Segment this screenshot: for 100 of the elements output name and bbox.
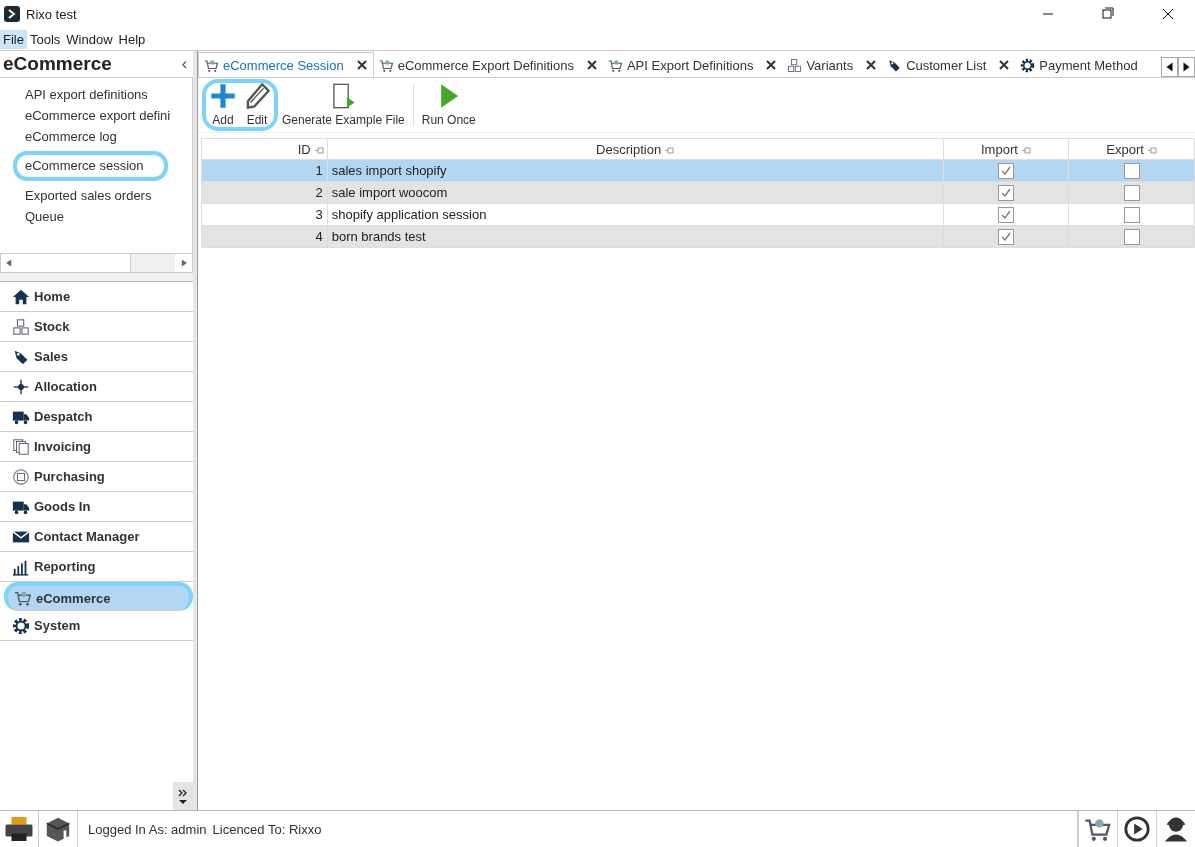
overflow-chevron-icon[interactable] (173, 782, 193, 810)
column-header[interactable]: Import (943, 138, 1069, 160)
nav-label: eCommerce (36, 590, 111, 606)
table-cell: shopify application session (327, 203, 944, 226)
tab-label: eCommerce Session (223, 57, 344, 73)
scroll-left-icon[interactable] (1, 254, 18, 272)
table-cell: born brands test (327, 225, 944, 248)
pin-icon[interactable] (1021, 146, 1031, 154)
boxes-icon (787, 57, 803, 73)
tree-item[interactable]: Exported sales orders (25, 185, 192, 206)
table-cell: 2 (201, 181, 328, 204)
window-title: Rixo test (26, 6, 78, 22)
tab-label: Payment Method (1039, 57, 1138, 73)
scroll-right-icon[interactable] (175, 254, 192, 272)
close-icon[interactable] (765, 59, 778, 71)
app-logo-icon (4, 6, 20, 22)
pin-icon[interactable] (665, 146, 675, 154)
edit-button[interactable]: Edit (240, 83, 274, 127)
horizontal-scrollbar[interactable] (0, 253, 193, 273)
table-cell: sales import shopify (327, 159, 944, 182)
xml-button[interactable]: Generate Example File (278, 78, 409, 132)
nav-item[interactable]: eCommerce (4, 582, 193, 611)
column-header[interactable]: Description (327, 138, 944, 160)
column-header[interactable]: ID (201, 138, 328, 160)
checkbox[interactable] (1123, 162, 1140, 179)
menu-item[interactable]: Help (115, 29, 149, 49)
close-icon[interactable] (585, 59, 598, 71)
edit-icon (244, 83, 270, 109)
tab[interactable]: eCommerce Session (198, 52, 374, 77)
cart-icon (204, 57, 219, 73)
cart-icon (14, 589, 32, 607)
close-icon[interactable] (865, 59, 878, 71)
checkbox[interactable] (1123, 206, 1140, 223)
tab-label: eCommerce Export Definitions (397, 57, 574, 73)
tab[interactable]: API Export Definitions (602, 53, 783, 77)
tab[interactable]: Variants (782, 53, 883, 77)
tree-item[interactable]: Queue (25, 206, 192, 227)
tab-label: API Export Definitions (626, 57, 754, 73)
nav-label: Sales (34, 349, 68, 364)
tree-item[interactable]: eCommerce export defini (25, 105, 192, 126)
menu-item[interactable]: File (0, 29, 27, 49)
nav-label: Reporting (34, 559, 96, 574)
licence-text: Licenced To: Rixxo (212, 821, 322, 837)
pin-icon[interactable] (314, 146, 324, 154)
nav-label: Purchasing (34, 469, 105, 484)
tab-label: Variants (806, 57, 854, 73)
tab[interactable]: eCommerce Export Definitions (373, 53, 603, 77)
tab[interactable]: Payment Method (1015, 53, 1143, 77)
cart-icon (607, 57, 623, 73)
pin-icon[interactable] (1147, 146, 1157, 154)
nav-label: Goods In (34, 499, 91, 514)
close-icon[interactable] (355, 59, 368, 71)
tree-item[interactable]: eCommerce log (25, 126, 192, 147)
checkbox[interactable] (1123, 184, 1140, 201)
add-button[interactable]: Add (206, 83, 240, 127)
nav-label: Stock (34, 319, 70, 334)
panel-title: eCommerce (3, 53, 112, 75)
nav-label: Despatch (34, 409, 93, 424)
tree-item[interactable]: API export definitions (25, 84, 192, 105)
boxes-icon (12, 317, 30, 336)
support-icon (1162, 815, 1190, 843)
tree-item[interactable]: eCommerce session (13, 151, 168, 181)
checkbox[interactable] (997, 228, 1014, 245)
splitter-grip[interactable] (0, 273, 193, 282)
checkbox[interactable] (1123, 228, 1140, 245)
table-cell: 1 (201, 159, 328, 182)
tab-label: Customer List (906, 57, 987, 73)
column-header[interactable]: Export (1068, 138, 1195, 160)
menu-item[interactable]: Tools (26, 29, 64, 49)
add-icon (210, 83, 236, 109)
nav-label: Home (34, 289, 71, 304)
nav-label: Contact Manager (34, 529, 140, 544)
logged-in-text: Logged In As: admin (88, 821, 207, 837)
nav-label: Invoicing (34, 439, 92, 454)
gear-icon (1020, 57, 1036, 73)
cube-icon (44, 815, 72, 843)
scrollbar-thumb[interactable] (18, 254, 131, 272)
cart-icon (378, 57, 394, 73)
play-icon (1123, 815, 1151, 843)
gear-icon (12, 616, 30, 635)
checkbox[interactable] (997, 184, 1014, 201)
home-icon (12, 287, 30, 306)
cycle-icon (12, 467, 30, 486)
nav-label: Allocation (34, 379, 97, 394)
collapse-button[interactable]: ‹ (181, 55, 187, 73)
pages-icon (12, 437, 30, 456)
close-icon[interactable] (998, 59, 1011, 71)
menu-item[interactable]: Window (63, 29, 116, 49)
tag-icon (887, 57, 903, 73)
checkbox[interactable] (997, 206, 1014, 223)
table-cell: sale import woocom (327, 181, 944, 204)
checkbox[interactable] (997, 162, 1014, 179)
nav-label: System (34, 618, 81, 633)
table-cell: 3 (201, 203, 328, 226)
tab-scroll-right-icon[interactable] (1178, 57, 1195, 77)
run-button[interactable]: Run Once (417, 78, 480, 132)
printer-icon (4, 814, 34, 844)
tab-scroll-left-icon[interactable] (1161, 57, 1178, 77)
tab[interactable]: Customer List (882, 53, 1016, 77)
table-cell: 4 (201, 225, 328, 248)
